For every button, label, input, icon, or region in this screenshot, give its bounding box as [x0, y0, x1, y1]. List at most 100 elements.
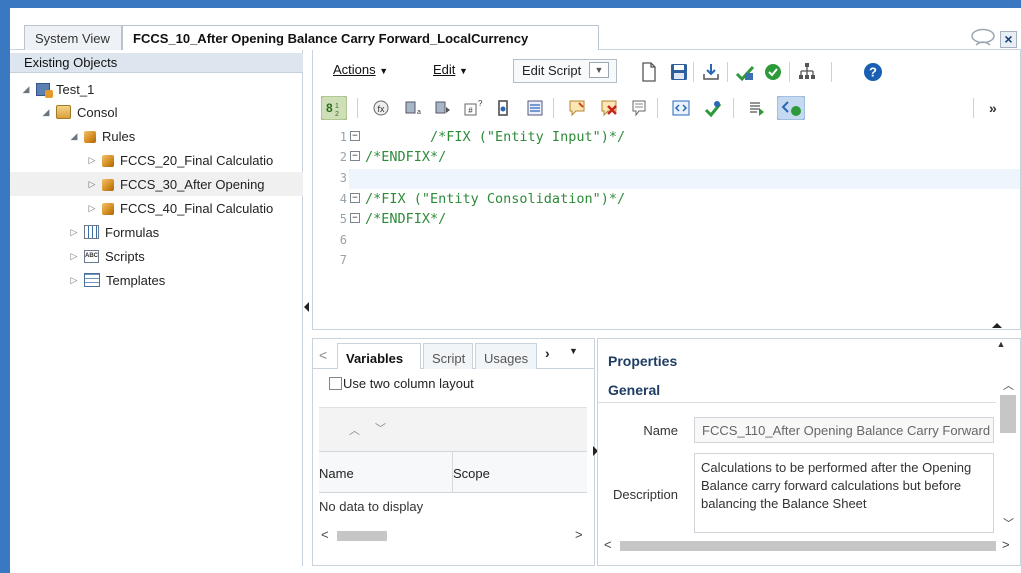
actions-menu-label: Actions	[333, 62, 376, 77]
save-icon[interactable]	[669, 62, 689, 82]
code-editor[interactable]: 1 − /*FIX ("Entity Input")*/ 2 − /*ENDFI…	[313, 126, 1020, 326]
collapsed-triangle-icon[interactable]: ▷	[86, 155, 98, 166]
tab-variables[interactable]: Variables	[337, 343, 421, 369]
code-line: /*ENDFIX*/	[365, 149, 447, 165]
validate-deploy-icon[interactable]	[735, 62, 755, 82]
editor-menu-toolbar: Actions ▼ Edit ▼ Edit Script ▼ ?	[313, 56, 1020, 88]
tab-rule-document[interactable]: FCCS_10_After Opening Balance Carry Forw…	[122, 25, 599, 51]
remove-comment-icon[interactable]	[599, 98, 619, 118]
scroll-left-icon[interactable]: <	[321, 527, 329, 542]
edit-menu[interactable]: Edit ▼	[433, 62, 468, 77]
application-icon	[36, 82, 53, 98]
help-icon[interactable]: ?	[863, 62, 883, 82]
scrollbar-thumb[interactable]	[337, 531, 387, 541]
tree-item-rules[interactable]: ◢ Rules	[68, 124, 136, 148]
tree-item-label: FCCS_20_Final Calculatio	[120, 152, 274, 168]
network-icon[interactable]	[797, 62, 817, 82]
column-header-name[interactable]: Name	[319, 452, 453, 492]
scrollbar-thumb[interactable]	[620, 541, 996, 551]
vertical-scrollbar[interactable]: ︿ ﹀	[998, 377, 1018, 533]
horizontal-scrollbar[interactable]: < >	[598, 537, 1018, 555]
function-icon[interactable]: fx	[371, 98, 391, 118]
collapse-up-icon[interactable]: ▲	[990, 339, 1012, 351]
collapsed-triangle-icon[interactable]: ▷	[68, 251, 80, 262]
scroll-right-icon[interactable]: >	[575, 527, 583, 542]
column-header-scope[interactable]: Scope	[453, 452, 587, 492]
toolbar-overflow-icon[interactable]: »	[989, 100, 997, 116]
member-range-icon[interactable]	[433, 98, 453, 118]
download-icon[interactable]	[701, 62, 721, 82]
smart-list-icon[interactable]	[525, 98, 545, 118]
new-icon[interactable]	[639, 62, 659, 82]
scroll-down-icon[interactable]: ﹀	[1003, 515, 1014, 531]
collapse-left-panel-icon[interactable]	[302, 296, 310, 318]
scroll-left-icon[interactable]: <	[604, 537, 612, 552]
tab-usages[interactable]: Usages	[475, 343, 537, 369]
collapsed-triangle-icon[interactable]: ▷	[86, 203, 98, 214]
variable-icon[interactable]: # ?	[463, 98, 483, 118]
edit-script-dropdown-icon[interactable]: ▼	[589, 62, 609, 78]
scroll-right-icon[interactable]: >	[1002, 537, 1010, 552]
collapse-up-icon[interactable]	[989, 320, 1005, 330]
tree-item-label: FCCS_40_Final Calculatio	[120, 200, 274, 216]
edit-script-label: Edit Script	[522, 63, 582, 78]
script-view-icon[interactable]	[747, 98, 767, 118]
format-icon[interactable]	[703, 98, 723, 118]
line-number: 5	[339, 212, 347, 226]
code-brackets-icon[interactable]	[671, 98, 691, 118]
edit-menu-label: Edit	[433, 62, 456, 77]
validate-icon[interactable]	[763, 62, 783, 82]
close-tab-icon[interactable]: ×	[1000, 31, 1017, 48]
runtime-prompt-icon[interactable]	[493, 98, 513, 118]
expanded-triangle-icon[interactable]: ◢	[40, 107, 52, 118]
scrollbar-thumb[interactable]	[1000, 395, 1016, 433]
sort-ascending-icon[interactable]: ︿	[349, 422, 360, 438]
svg-text:a: a	[417, 109, 421, 116]
note-icon[interactable]	[629, 98, 649, 118]
toolbar-separator	[973, 98, 974, 118]
chat-icon[interactable]	[970, 28, 996, 48]
fold-toggle-icon[interactable]: −	[350, 151, 360, 161]
comment-icon[interactable]	[567, 98, 587, 118]
line-numbers-toggle-icon[interactable]: 8 1 2	[321, 96, 347, 120]
fold-toggle-icon[interactable]: −	[350, 213, 360, 223]
expanded-triangle-icon[interactable]: ◢	[68, 131, 80, 142]
member-icon[interactable]: a	[403, 98, 423, 118]
checkbox-icon[interactable]	[329, 377, 342, 390]
sort-descending-icon[interactable]: ﹀	[375, 420, 386, 436]
tree-item-rule-30[interactable]: ▷ FCCS_30_After Opening	[10, 172, 303, 196]
tree-item-scripts[interactable]: ▷ ABC Scripts	[68, 244, 145, 268]
two-column-layout-checkbox[interactable]: Use two column layout	[329, 376, 474, 391]
horizontal-scrollbar[interactable]: < >	[319, 527, 587, 545]
tabs-dropdown-icon[interactable]: ▼	[569, 346, 578, 356]
tree-item-application[interactable]: ◢ Test_1	[20, 77, 94, 101]
tree-item-templates[interactable]: ▷ Templates	[68, 268, 166, 292]
scroll-up-icon[interactable]: ︿	[1003, 377, 1014, 393]
variables-grid-header: Name Scope	[319, 451, 587, 493]
tree-item-consol[interactable]: ◢ Consol	[40, 100, 118, 124]
collapsed-triangle-icon[interactable]: ▷	[68, 275, 80, 286]
name-field[interactable]: FCCS_110_After Opening Balance Carry For…	[694, 417, 994, 443]
tree-item-label: Test_1	[56, 81, 95, 97]
tree-item-formulas[interactable]: ▷ Formulas	[68, 220, 160, 244]
actions-menu[interactable]: Actions ▼	[333, 62, 388, 77]
description-field[interactable]: Calculations to be performed after the O…	[694, 453, 994, 533]
toolbar-separator	[831, 62, 832, 82]
designer-view-icon[interactable]	[777, 96, 805, 120]
scroll-tabs-left-icon[interactable]: <	[319, 347, 327, 363]
expanded-triangle-icon[interactable]: ◢	[20, 84, 32, 95]
script-editor-panel: Actions ▼ Edit ▼ Edit Script ▼ ? 8 1 2 f…	[312, 50, 1021, 330]
fold-toggle-icon[interactable]: −	[350, 193, 360, 203]
fold-toggle-icon[interactable]: −	[350, 131, 360, 141]
consol-cube-icon	[56, 105, 71, 119]
collapsed-triangle-icon[interactable]: ▷	[68, 227, 80, 238]
code-line: /*ENDFIX*/	[365, 211, 447, 227]
code-line: /*FIX ("Entity Input")*/	[365, 129, 626, 145]
svg-text:#: #	[468, 106, 473, 115]
scroll-tabs-right-icon[interactable]: ›	[545, 345, 550, 361]
tree-item-rule-20[interactable]: ▷ FCCS_20_Final Calculatio	[86, 148, 303, 172]
tab-script[interactable]: Script	[423, 343, 473, 369]
tab-system-view[interactable]: System View	[24, 25, 122, 50]
tree-item-rule-40[interactable]: ▷ FCCS_40_Final Calculatio	[86, 196, 303, 220]
collapsed-triangle-icon[interactable]: ▷	[86, 179, 98, 190]
